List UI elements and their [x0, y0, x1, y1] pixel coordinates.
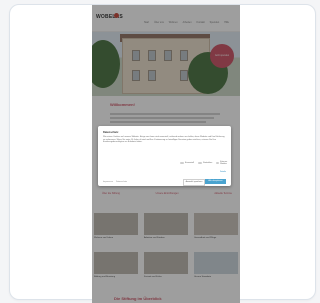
accept-all-button[interactable]: Alle akzeptieren	[205, 179, 226, 184]
cookie-toggle[interactable]: Essenziell	[180, 161, 194, 165]
cookie-toggle-label: Statistiken	[203, 162, 213, 164]
cookie-consent-dialog: Datenschutz Wir nutzen Cookies auf unser…	[98, 126, 231, 186]
privacy-link[interactable]: Datenschutz	[116, 181, 127, 183]
cookie-toggle[interactable]: Externe Medien	[216, 161, 231, 165]
cookie-category-toggles: Essenziell Statistiken Externe Medien	[180, 161, 231, 165]
toggle-switch-icon	[180, 162, 184, 164]
cookie-dialog-title: Datenschutz	[103, 131, 119, 134]
cookie-footer-links: Impressum Datenschutz	[103, 181, 127, 183]
toggle-switch-icon	[216, 162, 220, 164]
cookie-details-link[interactable]: Details	[220, 171, 226, 173]
imprint-link[interactable]: Impressum	[103, 181, 113, 183]
cookie-toggle-label: Externe Medien	[220, 161, 228, 165]
save-selection-button[interactable]: Auswahl speichern	[183, 179, 205, 186]
cookie-toggle-label: Essenziell	[185, 162, 195, 164]
toggle-switch-icon	[198, 162, 203, 164]
cookie-dialog-text: Wir nutzen Cookies auf unserer Website. …	[103, 136, 225, 144]
cookie-toggle[interactable]: Statistiken	[198, 161, 212, 165]
website-screenshot: WOBELAS Start Über uns Wohnen Arbeiten K…	[92, 5, 240, 303]
